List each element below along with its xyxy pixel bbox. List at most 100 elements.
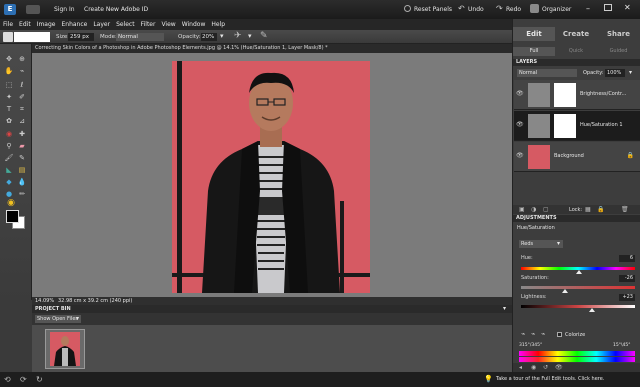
subtab-guided[interactable]: Guided: [597, 47, 640, 56]
lightness-slider[interactable]: [521, 305, 635, 308]
crop-tool-icon[interactable]: ⌗: [17, 105, 27, 114]
visibility-eye-icon[interactable]: 👁: [516, 152, 524, 160]
eraser-tool-icon[interactable]: ▰: [17, 142, 27, 151]
eyedropper-tool-icon[interactable]: ⌁: [17, 67, 27, 76]
blur-tool-icon[interactable]: 💧: [17, 178, 27, 187]
menu-edit[interactable]: Edit: [16, 19, 34, 30]
visibility-icon[interactable]: 👁: [555, 364, 563, 371]
color-range-bar-bottom[interactable]: [519, 357, 635, 362]
menu-window[interactable]: Window: [179, 19, 209, 30]
quick-selection-tool-icon[interactable]: ✐: [17, 93, 27, 102]
adjustment-icon[interactable]: ◑: [531, 206, 536, 213]
shape-tool-icon[interactable]: ◆: [4, 178, 14, 187]
menu-enhance[interactable]: Enhance: [58, 19, 90, 30]
layer-mask-thumbnail[interactable]: [554, 114, 576, 138]
spot-healing-tool-icon[interactable]: ✚: [17, 130, 27, 139]
foreground-color-swatch[interactable]: [6, 210, 19, 223]
layer-opacity-input[interactable]: 100%: [605, 69, 625, 77]
blend-mode-select[interactable]: Normal: [517, 69, 577, 77]
collapse-icon[interactable]: ▾: [503, 305, 506, 312]
undo-history-icon[interactable]: ⟲: [4, 375, 11, 384]
airbrush-icon[interactable]: ✈: [234, 31, 242, 41]
zoom-tool-icon[interactable]: ⊕: [17, 55, 27, 64]
tab-edit[interactable]: Edit: [513, 27, 555, 41]
tour-tip-link[interactable]: Take a tour of the Full Edit tools. Clic…: [496, 376, 604, 382]
redo-history-icon[interactable]: ⟳: [20, 375, 27, 384]
eyedropper-icon[interactable]: ⌁: [521, 330, 525, 338]
sign-in-link[interactable]: Sign In: [54, 6, 75, 13]
visibility-eye-icon[interactable]: 👁: [516, 90, 524, 98]
layer-row-background[interactable]: 👁 Background 🔒: [514, 142, 640, 172]
clone-stamp-tool-icon[interactable]: ⚲: [4, 142, 14, 151]
tab-share[interactable]: Share: [597, 27, 640, 41]
straighten-tool-icon[interactable]: ⊿: [17, 117, 27, 126]
pencil-tool-icon[interactable]: ✏: [17, 190, 27, 199]
canvas-area[interactable]: [32, 53, 512, 297]
subtab-quick[interactable]: Quick: [555, 47, 597, 56]
airbrush-dropdown-icon[interactable]: ▾: [248, 32, 252, 40]
menu-help[interactable]: Help: [208, 19, 228, 30]
saturation-slider[interactable]: [521, 286, 635, 289]
show-files-dropdown[interactable]: Show Open Files: [35, 315, 81, 323]
rotate-icon[interactable]: ↻: [36, 375, 43, 384]
cookie-cutter-tool-icon[interactable]: ✿: [4, 117, 14, 126]
lightness-input[interactable]: +23: [619, 294, 635, 301]
tab-create[interactable]: Create: [555, 27, 597, 41]
menu-layer[interactable]: Layer: [90, 19, 113, 30]
tablet-icon[interactable]: ✎: [260, 31, 268, 41]
eyedropper-minus-icon[interactable]: ⌁: [541, 330, 545, 338]
marquee-tool-icon[interactable]: ⬚: [4, 81, 14, 90]
menu-view[interactable]: View: [158, 19, 178, 30]
hue-slider-handle[interactable]: [576, 270, 582, 274]
maximize-button[interactable]: [604, 4, 612, 11]
opacity-input[interactable]: 20%: [201, 33, 217, 41]
hand-tool-icon[interactable]: ✋: [4, 67, 14, 76]
size-input[interactable]: 259 px: [68, 33, 94, 41]
delete-layer-icon[interactable]: 🗑: [621, 206, 629, 213]
menu-file[interactable]: File: [0, 19, 16, 30]
visibility-eye-icon[interactable]: 👁: [516, 121, 524, 129]
lock-all-icon[interactable]: 🔒: [597, 206, 604, 213]
type-tool-icon[interactable]: T: [4, 105, 14, 114]
undo-button[interactable]: Undo: [468, 6, 484, 13]
move-tool-icon[interactable]: ✥: [4, 55, 14, 64]
red-eye-tool-icon[interactable]: ◉: [4, 130, 14, 139]
reset-panels-button[interactable]: Reset Panels: [414, 6, 452, 13]
brush-preview[interactable]: [14, 32, 50, 42]
colorize-checkbox[interactable]: [557, 332, 562, 337]
menu-select[interactable]: Select: [113, 19, 138, 30]
lock-pixels-icon[interactable]: ▦: [585, 206, 591, 213]
saturation-slider-handle[interactable]: [562, 289, 568, 293]
workspace-menu-button[interactable]: [26, 5, 40, 14]
mask-icon[interactable]: ▢: [543, 206, 549, 213]
opacity-dropdown-icon[interactable]: ▾: [629, 69, 632, 76]
content-aware-move-tool-icon[interactable]: ◉: [6, 199, 16, 208]
hue-input[interactable]: 6: [619, 255, 635, 262]
photo-image[interactable]: [172, 61, 370, 293]
menu-filter[interactable]: Filter: [138, 19, 159, 30]
document-tab[interactable]: Correcting Skin Colors of a Photoshop in…: [32, 44, 512, 53]
menu-image[interactable]: Image: [34, 19, 59, 30]
brush-tool-icon[interactable]: 🖌: [4, 154, 14, 163]
layer-row-hue-saturation[interactable]: 👁 Hue/Saturation 1: [514, 111, 640, 141]
eyedropper-plus-icon[interactable]: ⌁: [531, 330, 535, 338]
close-button[interactable]: ✕: [624, 3, 631, 12]
tool-preset-icon[interactable]: [3, 32, 13, 42]
opacity-slider-icon[interactable]: ▾: [220, 32, 224, 40]
lasso-tool-icon[interactable]: ℓ: [17, 81, 27, 90]
view-previous-icon[interactable]: ◉: [531, 364, 536, 371]
paint-bucket-tool-icon[interactable]: ◣: [4, 166, 14, 175]
magic-wand-tool-icon[interactable]: ✦: [4, 93, 14, 102]
redo-button[interactable]: Redo: [506, 6, 521, 13]
gradient-tool-icon[interactable]: ▤: [17, 166, 27, 175]
create-id-link[interactable]: Create New Adobe ID: [84, 6, 148, 13]
project-thumbnail[interactable]: [45, 329, 85, 369]
clip-icon[interactable]: ◂: [519, 364, 522, 371]
layer-row-brightness[interactable]: 👁 Brightness/Contr...: [514, 80, 640, 110]
subtab-full[interactable]: Full: [513, 47, 555, 56]
new-layer-icon[interactable]: ▣: [519, 206, 525, 213]
smart-brush-tool-icon[interactable]: ✎: [17, 154, 27, 163]
minimize-button[interactable]: –: [586, 4, 590, 13]
reset-icon[interactable]: ↺: [543, 364, 548, 371]
organizer-button[interactable]: Organizer: [542, 6, 571, 13]
